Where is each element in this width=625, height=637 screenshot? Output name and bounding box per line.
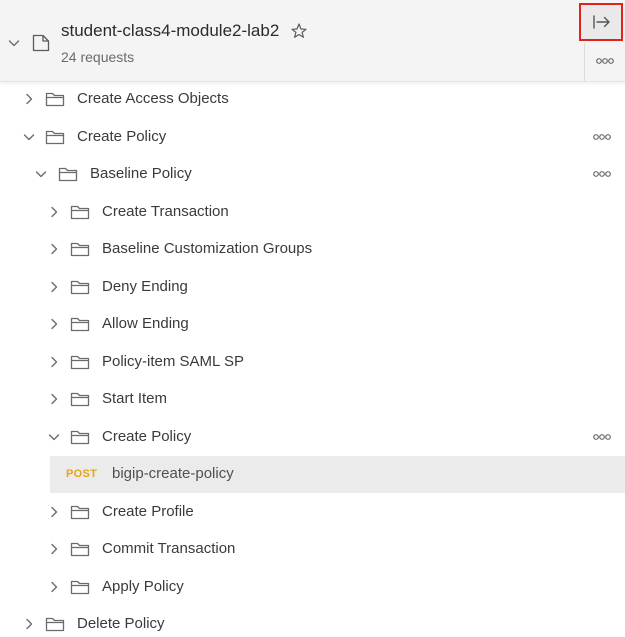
- tree-item-label: Create Policy: [102, 428, 192, 445]
- tree-item-label: Create Policy: [77, 128, 167, 145]
- folder-icon: [70, 429, 90, 445]
- folder-icon: [45, 129, 65, 145]
- more-options-icon[interactable]: [595, 57, 615, 65]
- chevron-right-icon[interactable]: [46, 541, 62, 557]
- folder-icon: [70, 316, 90, 332]
- folder-icon: [70, 391, 90, 407]
- tree-item-label: Delete Policy: [77, 615, 165, 632]
- chevron-down-icon[interactable]: [46, 429, 62, 445]
- chevron-right-icon[interactable]: [46, 204, 62, 220]
- expand-panel-button[interactable]: [579, 3, 623, 41]
- folder-icon: [70, 204, 90, 220]
- collection-icon: [32, 34, 50, 52]
- chevron-down-icon[interactable]: [21, 129, 37, 145]
- folder-icon: [58, 166, 78, 182]
- tree-item-label: Commit Transaction: [102, 540, 236, 557]
- expand-panel-icon: [593, 15, 610, 29]
- tree-item-label: Create Profile: [102, 503, 194, 520]
- chevron-right-icon[interactable]: [46, 504, 62, 520]
- folder-icon: [70, 504, 90, 520]
- more-options-icon[interactable]: [592, 433, 612, 441]
- collection-title[interactable]: student-class4-module2-lab2: [61, 20, 279, 42]
- tree-item-label: Start Item: [102, 390, 168, 407]
- folder-icon: [70, 241, 90, 257]
- folder-icon: [70, 354, 90, 370]
- chevron-right-icon[interactable]: [46, 391, 62, 407]
- request-method-badge: POST: [66, 468, 98, 480]
- tree-item-label: Baseline Policy: [90, 165, 192, 182]
- chevron-right-icon[interactable]: [46, 316, 62, 332]
- folder-icon: [45, 91, 65, 107]
- chevron-right-icon[interactable]: [46, 279, 62, 295]
- divider: [584, 43, 585, 81]
- chevron-right-icon[interactable]: [46, 579, 62, 595]
- folder-icon: [70, 541, 90, 557]
- tree-item-label: Create Transaction: [102, 203, 229, 220]
- tree-item-label: Apply Policy: [102, 578, 184, 595]
- chevron-down-icon[interactable]: [33, 166, 49, 182]
- chevron-right-icon[interactable]: [21, 616, 37, 632]
- more-options-icon[interactable]: [592, 133, 612, 141]
- chevron-right-icon[interactable]: [46, 241, 62, 257]
- folder-icon: [70, 279, 90, 295]
- folder-icon: [45, 616, 65, 632]
- request-name[interactable]: bigip-create-policy: [112, 464, 234, 484]
- more-options-icon[interactable]: [592, 170, 612, 178]
- tree-item-label: Baseline Customization Groups: [102, 240, 313, 257]
- request-count: 24 requests: [61, 49, 135, 65]
- chevron-right-icon[interactable]: [46, 354, 62, 370]
- tree-item-label: Allow Ending: [102, 315, 189, 332]
- tree-item-label: Create Access Objects: [77, 90, 229, 107]
- collection-header[interactable]: student-class4-module2-lab2 24 requests: [0, 0, 625, 82]
- chevron-down-icon[interactable]: [6, 35, 22, 51]
- star-icon[interactable]: [290, 22, 308, 40]
- folder-icon: [70, 579, 90, 595]
- tree-item-label: Deny Ending: [102, 278, 188, 295]
- chevron-right-icon[interactable]: [21, 91, 37, 107]
- tree-item-label: Policy-item SAML SP: [102, 353, 244, 370]
